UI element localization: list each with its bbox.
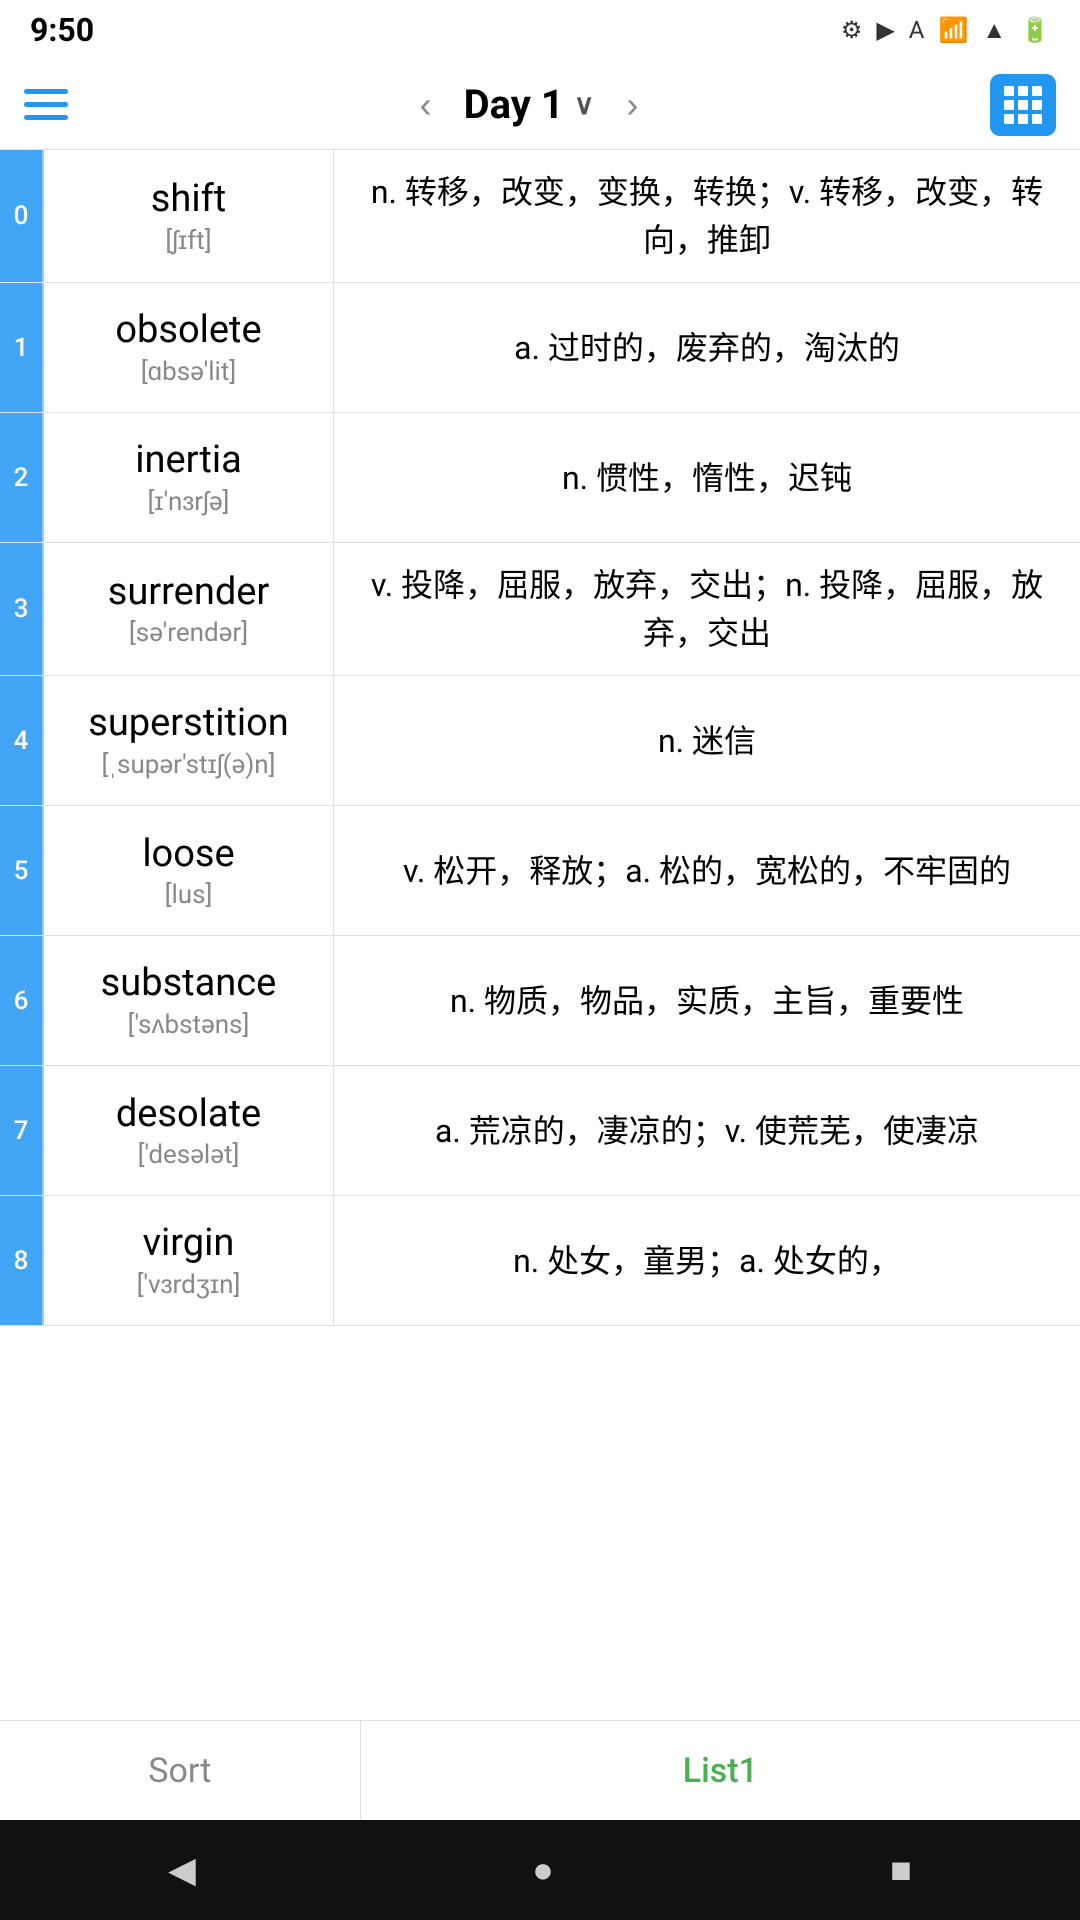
system-nav: ◀ ● ■: [0, 1820, 1080, 1920]
definition-cell: v. 投降，屈服，放弃，交出；n. 投降，屈服，放弃，交出: [334, 543, 1080, 675]
word-phonetic: [ʃɪft]: [165, 225, 211, 256]
word-text: superstition: [88, 701, 289, 745]
list1-tab-label: List1: [683, 1751, 758, 1791]
definition-text: a. 过时的，废弃的，淘汰的: [514, 324, 900, 372]
table-row[interactable]: 3 surrender [sə'rendər] v. 投降，屈服，放弃，交出；n…: [0, 543, 1080, 676]
nav-title-text: Day 1: [464, 81, 564, 128]
definition-cell: n. 处女，童男；a. 处女的，: [334, 1196, 1080, 1325]
definition-text: n. 惯性，惰性，迟钝: [562, 454, 852, 502]
battery-icon: 🔋: [1020, 16, 1050, 44]
row-index: 2: [0, 413, 44, 542]
settings-icon: ⚙: [841, 16, 863, 44]
nav-prev-button[interactable]: ‹: [400, 87, 452, 123]
definition-cell: n. 转移，改变，变换，转换；v. 转移，改变，转向，推卸: [334, 150, 1080, 282]
word-list: 0 shift [ʃɪft] n. 转移，改变，变换，转换；v. 转移，改变，转…: [0, 150, 1080, 1720]
row-index: 3: [0, 543, 44, 675]
word-cell: obsolete [ɑbsə'lit]: [44, 283, 334, 412]
home-button[interactable]: ●: [532, 1849, 554, 1891]
word-cell: inertia [ɪ'nɜrʃə]: [44, 413, 334, 542]
row-index: 4: [0, 676, 44, 805]
wifi-icon: 📶: [938, 16, 968, 44]
nav-grid-button[interactable]: [990, 74, 1056, 136]
word-phonetic: [sə'rendər]: [129, 618, 248, 648]
row-index: 6: [0, 936, 44, 1065]
row-index: 7: [0, 1066, 44, 1195]
chevron-down-icon: ∨: [574, 88, 595, 121]
nav-left: [24, 89, 68, 120]
row-index: 0: [0, 150, 44, 282]
word-text: shift: [151, 177, 226, 221]
definition-text: v. 投降，屈服，放弃，交出；n. 投降，屈服，放弃，交出: [364, 561, 1050, 657]
row-index: 5: [0, 806, 44, 935]
word-cell: shift [ʃɪft]: [44, 150, 334, 282]
word-phonetic: [ɑbsə'lit]: [141, 356, 237, 387]
definition-text: n. 处女，童男；a. 处女的，: [513, 1237, 901, 1285]
definition-cell: a. 过时的，废弃的，淘汰的: [334, 283, 1080, 412]
word-cell: substance ['sʌbstəns]: [44, 936, 334, 1065]
definition-text: a. 荒凉的，凄凉的；v. 使荒芜，使凄凉: [435, 1107, 979, 1155]
hamburger-menu-icon[interactable]: [24, 89, 68, 120]
word-phonetic: ['vɜrdʒɪn]: [137, 1269, 241, 1300]
table-row[interactable]: 4 superstition [ˌsupər'stɪʃ(ə)n] n. 迷信: [0, 676, 1080, 806]
play-icon: ▶: [876, 16, 894, 44]
word-text: surrender: [108, 570, 270, 614]
word-cell: loose [lus]: [44, 806, 334, 935]
bottom-tab-bar: Sort List1: [0, 1720, 1080, 1820]
definition-text: n. 转移，改变，变换，转换；v. 转移，改变，转向，推卸: [364, 168, 1050, 264]
definition-cell: v. 松开，释放；a. 松的，宽松的，不牢固的: [334, 806, 1080, 935]
table-row[interactable]: 5 loose [lus] v. 松开，释放；a. 松的，宽松的，不牢固的: [0, 806, 1080, 936]
table-row[interactable]: 0 shift [ʃɪft] n. 转移，改变，变换，转换；v. 转移，改变，转…: [0, 150, 1080, 283]
word-phonetic: ['desələt]: [138, 1140, 240, 1170]
word-phonetic: [ˌsupər'stɪʃ(ə)n]: [101, 749, 275, 780]
word-text: virgin: [143, 1221, 235, 1265]
word-cell: virgin ['vɜrdʒɪn]: [44, 1196, 334, 1325]
sort-tab-label: Sort: [148, 1751, 211, 1791]
table-row[interactable]: 8 virgin ['vɜrdʒɪn] n. 处女，童男；a. 处女的，: [0, 1196, 1080, 1326]
list1-tab[interactable]: List1: [361, 1721, 1080, 1820]
grid-view-button[interactable]: [990, 74, 1056, 136]
word-text: inertia: [135, 438, 242, 482]
word-text: substance: [101, 961, 277, 1005]
nav-title-area: ‹ Day 1 ∨ ›: [400, 81, 659, 128]
nav-bar: ‹ Day 1 ∨ ›: [0, 60, 1080, 150]
nav-title[interactable]: Day 1 ∨: [464, 81, 595, 128]
signal-icon: ▲: [982, 16, 1006, 45]
table-row[interactable]: 6 substance ['sʌbstəns] n. 物质，物品，实质，主旨，重…: [0, 936, 1080, 1066]
row-index: 1: [0, 283, 44, 412]
grid-icon: [1004, 86, 1042, 124]
word-phonetic: ['sʌbstəns]: [128, 1009, 250, 1040]
status-icons: ⚙ ▶ A 📶 ▲ 🔋: [841, 16, 1050, 45]
word-cell: surrender [sə'rendər]: [44, 543, 334, 675]
table-row[interactable]: 1 obsolete [ɑbsə'lit] a. 过时的，废弃的，淘汰的: [0, 283, 1080, 413]
word-text: loose: [142, 832, 234, 876]
word-text: desolate: [116, 1092, 261, 1136]
definition-text: n. 迷信: [658, 717, 756, 765]
word-cell: superstition [ˌsupər'stɪʃ(ə)n]: [44, 676, 334, 805]
word-phonetic: [lus]: [165, 880, 213, 910]
status-bar: 9:50 ⚙ ▶ A 📶 ▲ 🔋: [0, 0, 1080, 60]
definition-cell: n. 惯性，惰性，迟钝: [334, 413, 1080, 542]
recent-button[interactable]: ■: [890, 1849, 912, 1891]
word-phonetic: [ɪ'nɜrʃə]: [148, 486, 230, 517]
definition-text: n. 物质，物品，实质，主旨，重要性: [450, 977, 964, 1025]
definition-cell: a. 荒凉的，凄凉的；v. 使荒芜，使凄凉: [334, 1066, 1080, 1195]
word-text: obsolete: [115, 308, 261, 352]
table-row[interactable]: 2 inertia [ɪ'nɜrʃə] n. 惯性，惰性，迟钝: [0, 413, 1080, 543]
definition-cell: n. 物质，物品，实质，主旨，重要性: [334, 936, 1080, 1065]
status-time: 9:50: [30, 11, 94, 49]
accessibility-icon: A: [909, 16, 925, 44]
word-cell: desolate ['desələt]: [44, 1066, 334, 1195]
table-row[interactable]: 7 desolate ['desələt] a. 荒凉的，凄凉的；v. 使荒芜，…: [0, 1066, 1080, 1196]
sort-tab[interactable]: Sort: [0, 1721, 361, 1820]
nav-next-button[interactable]: ›: [606, 87, 658, 123]
definition-text: v. 松开，释放；a. 松的，宽松的，不牢固的: [403, 847, 1011, 895]
back-button[interactable]: ◀: [168, 1849, 196, 1891]
definition-cell: n. 迷信: [334, 676, 1080, 805]
row-index: 8: [0, 1196, 44, 1325]
